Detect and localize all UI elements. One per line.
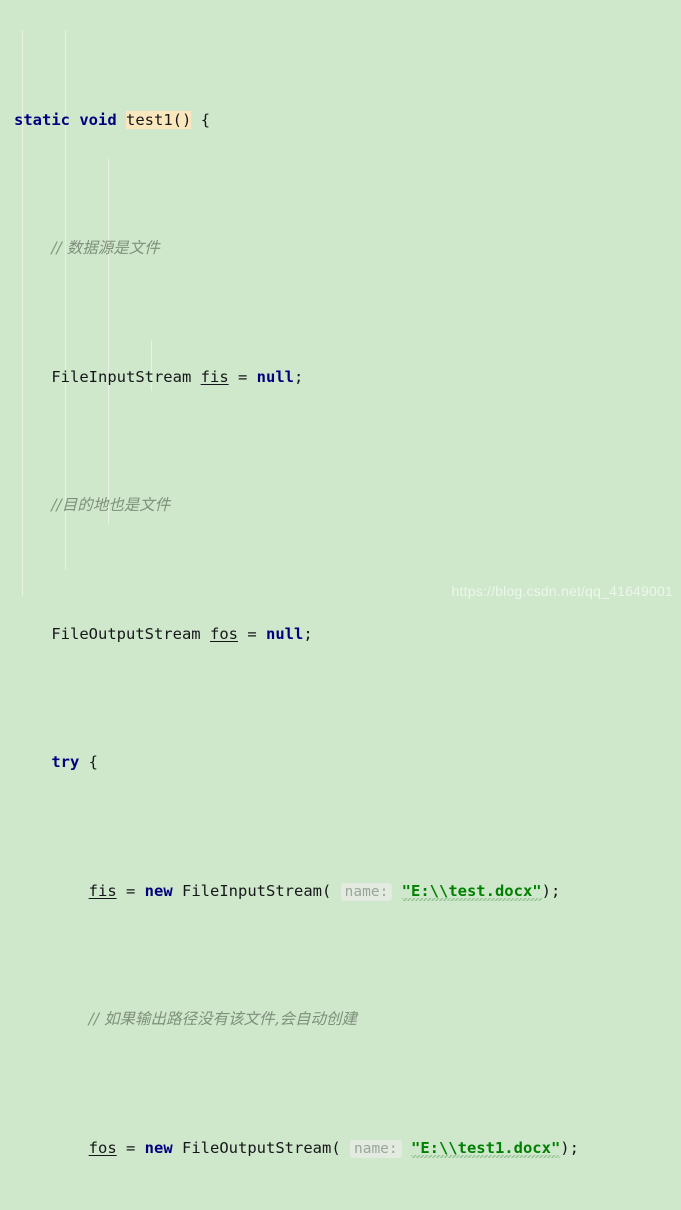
token-string: "E:\\test1.docx" — [410, 1138, 561, 1157]
token-string: "E:\\test.docx" — [401, 881, 542, 900]
token-comment: //目的地也是文件 — [51, 496, 171, 515]
token-type: FileInputStream — [182, 881, 322, 900]
token-comment: // 数据源是文件 — [51, 239, 160, 258]
parameter-hint: name: — [349, 1139, 402, 1158]
code-line: fis = new FileInputStream( name: "E:\\te… — [88, 881, 561, 901]
token-method-name: test1() — [126, 110, 192, 129]
token-keyword: new — [144, 1138, 173, 1157]
token-type: FileInputStream — [51, 367, 192, 386]
code-line: FileInputStream fis = null; — [51, 367, 304, 386]
token-comment: // 如果输出路径没有该文件,会自动创建 — [88, 1010, 357, 1029]
token-keyword: static — [14, 110, 70, 129]
token-variable: fos — [88, 1138, 117, 1157]
token-type: FileOutputStream — [182, 1138, 332, 1157]
token-keyword: new — [144, 881, 173, 900]
token-keyword: null — [256, 367, 294, 386]
parameter-hint: name: — [340, 882, 393, 901]
token-keyword: try — [51, 753, 80, 772]
code-line: // 如果输出路径没有该文件,会自动创建 — [0, 1007, 681, 1033]
code-line: //目的地也是文件 — [0, 493, 681, 519]
token-variable: fis — [88, 881, 117, 900]
token-variable: fis — [200, 367, 229, 386]
token-keyword: null — [265, 624, 304, 643]
code-line: try { — [51, 753, 98, 772]
code-line: fos = new FileOutputStream( name: "E:\\t… — [88, 1138, 579, 1158]
token-variable: fos — [209, 624, 238, 643]
code-line: FileOutputStream fos = null; — [51, 624, 313, 643]
code-line: static void test1() { — [0, 108, 681, 134]
code-line: // 数据源是文件 — [0, 236, 681, 262]
token-brace: { — [200, 110, 211, 129]
code-content[interactable]: static void test1() { // 数据源是文件 FileInpu… — [0, 0, 681, 1210]
token-keyword: void — [79, 110, 117, 129]
watermark: https://blog.csdn.net/qq_41649001 — [451, 583, 673, 599]
code-editor[interactable]: static void test1() { // 数据源是文件 FileInpu… — [0, 0, 681, 1158]
token-type: FileOutputStream — [51, 624, 201, 643]
